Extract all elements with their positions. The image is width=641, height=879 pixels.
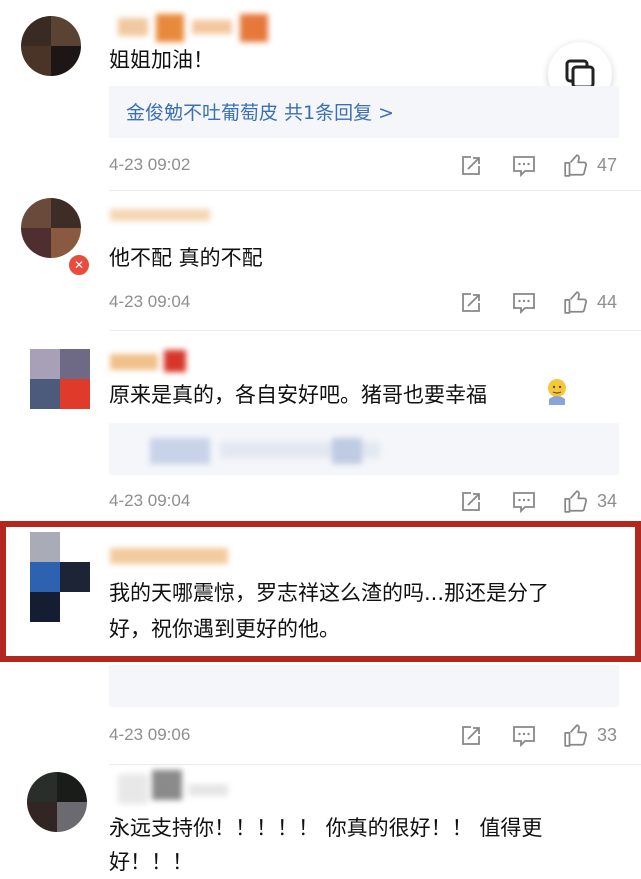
username[interactable] [118, 14, 278, 42]
share-icon[interactable] [459, 724, 483, 748]
comment-text-line2: 好！！！ [109, 850, 193, 874]
divider [109, 330, 641, 331]
like-count: 47 [597, 155, 618, 175]
comment-text: 原来是真的，各自安好吧。猪哥也要幸福 [109, 383, 487, 407]
comment-text: 永远支持你！！！！！ 你真的很好！！ 值得更 [109, 816, 543, 840]
username[interactable] [110, 350, 200, 374]
share-icon[interactable] [459, 291, 483, 315]
comment-text: 姐姐加油！ [109, 48, 214, 72]
share-icon[interactable] [459, 154, 483, 178]
like-count: 44 [597, 292, 618, 312]
comment-time: 4-23 09:04 [109, 491, 191, 510]
like-icon[interactable] [563, 152, 589, 178]
username[interactable] [118, 770, 238, 806]
avatar[interactable] [27, 772, 87, 832]
close-badge-icon: ✕ [67, 253, 91, 277]
comment-time: 4-23 09:04 [109, 292, 191, 311]
comment-icon[interactable] [512, 724, 536, 748]
avatar[interactable] [21, 16, 81, 76]
comment-icon[interactable] [512, 154, 536, 178]
comment-time: 4-23 09:02 [109, 155, 191, 174]
username[interactable] [110, 205, 230, 225]
comment-icon[interactable] [512, 291, 536, 315]
comment-icon[interactable] [512, 490, 536, 514]
share-icon[interactable] [459, 490, 483, 514]
like-count: 33 [597, 725, 618, 745]
reply-summary-link[interactable] [120, 436, 420, 466]
divider [109, 764, 641, 765]
like-icon[interactable] [563, 722, 589, 748]
avatar[interactable] [30, 349, 90, 409]
emoji-face-icon [548, 379, 566, 405]
comment-time: 4-23 09:06 [109, 725, 191, 744]
highlight-frame [0, 521, 641, 662]
reply-box[interactable] [109, 665, 619, 707]
like-icon[interactable] [563, 289, 589, 315]
reply-summary-link[interactable]: 金俊勉不吐葡萄皮 共1条回复 > [126, 98, 394, 125]
avatar[interactable] [21, 198, 81, 258]
comment-text: 他不配 真的不配 [109, 246, 263, 270]
like-count: 34 [597, 491, 618, 511]
like-icon[interactable] [563, 488, 589, 514]
divider [109, 190, 641, 191]
